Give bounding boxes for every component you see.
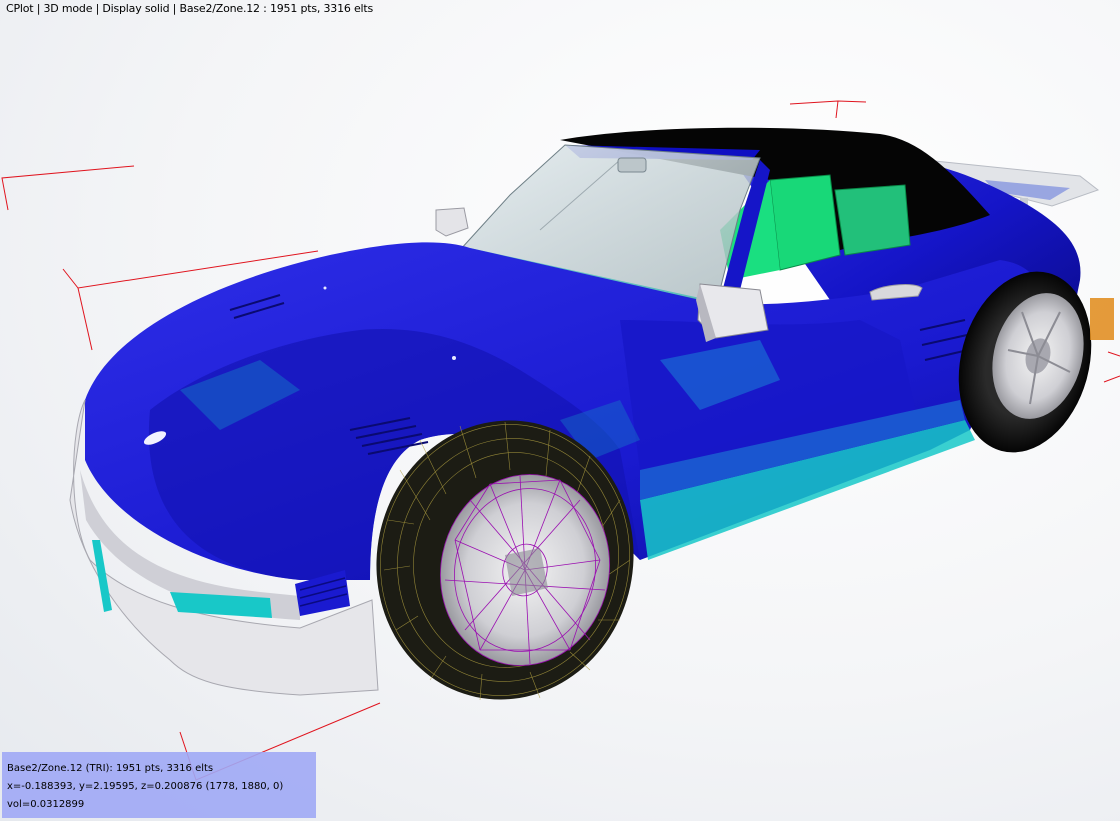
cplot-viewport[interactable]: CPlot | 3D mode | Display solid | Base2/… <box>0 0 1120 821</box>
coordinates-readout: x=-0.188393, y=2.19595, z=0.200876 (1778… <box>7 781 284 792</box>
status-line: CPlot | 3D mode | Display solid | Base2/… <box>6 2 374 15</box>
3d-scene[interactable] <box>0 0 1120 821</box>
zone-info-line: Base2/Zone.12 (TRI): 1951 pts, 3316 elts <box>7 763 214 774</box>
volume-readout: vol=0.0312899 <box>7 799 85 810</box>
zone-info-panel: Base2/Zone.12 (TRI): 1951 pts, 3316 elts… <box>2 752 316 818</box>
